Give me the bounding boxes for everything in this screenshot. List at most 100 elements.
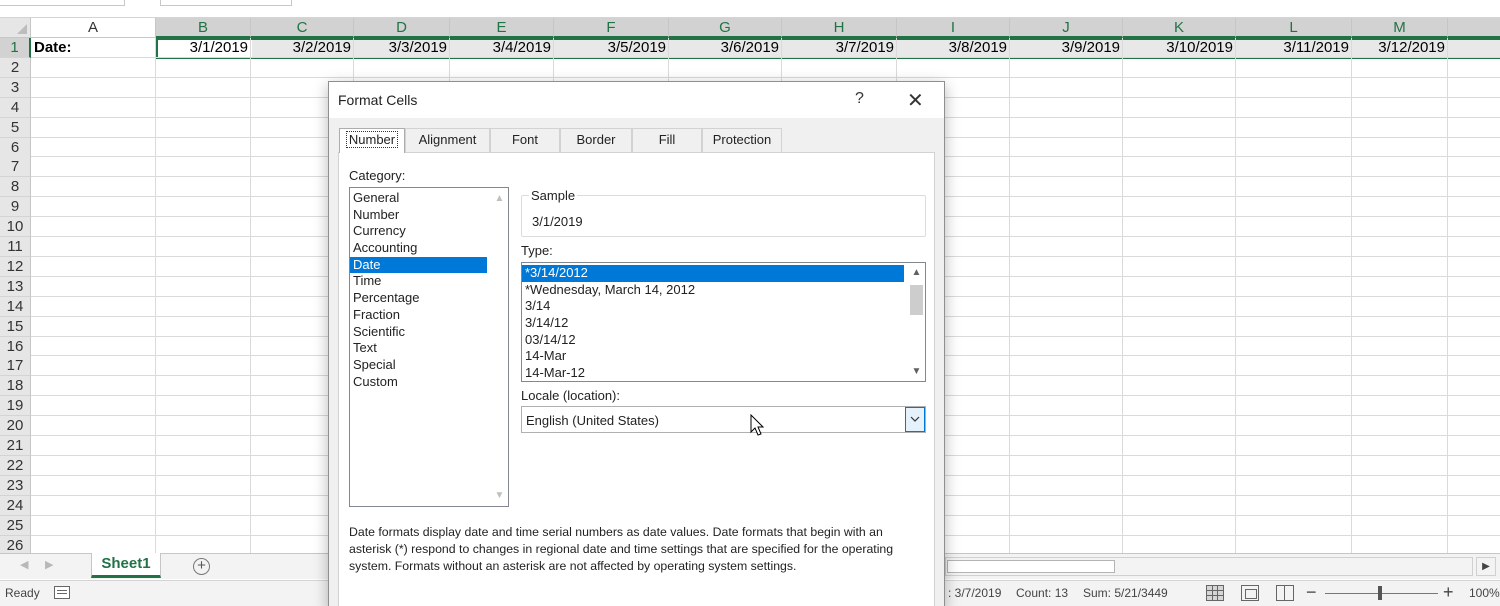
row-header-9[interactable]: 9 xyxy=(0,197,31,218)
row-header-18[interactable]: 18 xyxy=(0,376,31,397)
row-header-7[interactable]: 7 xyxy=(0,157,31,178)
row-header-10[interactable]: 10 xyxy=(0,217,31,238)
column-header-k[interactable]: K xyxy=(1123,18,1236,38)
zoom-out-icon[interactable]: − xyxy=(1306,582,1317,603)
row-header-23[interactable]: 23 xyxy=(0,475,31,496)
zoom-slider-thumb[interactable] xyxy=(1378,586,1382,600)
tab-nav-right-icon[interactable]: ▶ xyxy=(45,558,53,571)
category-item-number[interactable]: Number xyxy=(350,207,487,224)
row-header-20[interactable]: 20 xyxy=(0,416,31,437)
formula-input[interactable] xyxy=(160,0,292,6)
cell-j1[interactable]: 3/9/2019 xyxy=(1010,38,1123,58)
type-item[interactable]: 03/14/12 xyxy=(522,332,904,349)
row-header-22[interactable]: 22 xyxy=(0,455,31,476)
row-header-11[interactable]: 11 xyxy=(0,237,31,257)
dialog-title-bar[interactable]: Format Cells ? ✕ xyxy=(329,82,944,118)
row-header-19[interactable]: 19 xyxy=(0,396,31,417)
tab-alignment[interactable]: Alignment xyxy=(405,128,490,152)
category-item-accounting[interactable]: Accounting xyxy=(350,240,487,257)
scroll-up-icon[interactable]: ▲ xyxy=(491,190,508,207)
tab-border[interactable]: Border xyxy=(560,128,632,152)
cell-d1[interactable]: 3/3/2019 xyxy=(354,38,450,58)
column-header-i[interactable]: I xyxy=(897,18,1010,38)
column-header-l[interactable]: L xyxy=(1236,18,1352,38)
sheet-tab-sheet1[interactable]: Sheet1 xyxy=(91,553,161,578)
column-header-b[interactable]: B xyxy=(156,18,251,38)
category-item-custom[interactable]: Custom xyxy=(350,374,487,391)
zoom-in-icon[interactable]: + xyxy=(1443,582,1454,603)
cell-g1[interactable]: 3/6/2019 xyxy=(669,38,782,58)
column-header-partial[interactable] xyxy=(1448,18,1500,38)
scroll-up-icon[interactable]: ▲ xyxy=(908,264,925,281)
category-item-time[interactable]: Time xyxy=(350,273,487,290)
category-item-scientific[interactable]: Scientific xyxy=(350,324,487,341)
tab-protection[interactable]: Protection xyxy=(702,128,782,152)
locale-select[interactable]: English (United States) xyxy=(521,406,926,433)
row-header-15[interactable]: 15 xyxy=(0,316,31,337)
type-item[interactable]: 3/14 xyxy=(522,298,904,315)
close-icon[interactable]: ✕ xyxy=(907,88,924,113)
category-item-percentage[interactable]: Percentage xyxy=(350,290,487,307)
page-break-view-icon[interactable] xyxy=(1276,585,1294,601)
macro-recording-icon[interactable] xyxy=(54,586,70,599)
type-list[interactable]: *3/14/2012 *Wednesday, March 14, 2012 3/14… xyxy=(521,262,926,382)
cell-b1[interactable]: 3/1/2019 xyxy=(156,38,251,58)
name-box[interactable] xyxy=(0,0,125,6)
cell-e1[interactable]: 3/4/2019 xyxy=(450,38,554,58)
category-item-special[interactable]: Special xyxy=(350,357,487,374)
column-header-h[interactable]: H xyxy=(782,18,897,38)
category-item-date[interactable]: Date xyxy=(350,256,487,274)
row-header-21[interactable]: 21 xyxy=(0,436,31,456)
cell-k1[interactable]: 3/10/2019 xyxy=(1123,38,1236,58)
horizontal-scrollbar[interactable] xyxy=(945,557,1473,576)
row-header-14[interactable]: 14 xyxy=(0,296,31,317)
add-sheet-icon[interactable]: + xyxy=(193,558,210,575)
cell-f1[interactable]: 3/5/2019 xyxy=(554,38,669,58)
tab-fill[interactable]: Fill xyxy=(632,128,702,152)
tab-nav-left-icon[interactable]: ◀ xyxy=(20,558,28,571)
row-header-5[interactable]: 5 xyxy=(0,117,31,138)
row-header-12[interactable]: 12 xyxy=(0,256,31,277)
category-item-general[interactable]: General xyxy=(350,190,487,207)
cell-i1[interactable]: 3/8/2019 xyxy=(897,38,1010,58)
row-header-1[interactable]: 1 xyxy=(0,38,31,58)
scroll-right-icon[interactable]: ▶ xyxy=(1476,557,1496,576)
scroll-down-icon[interactable]: ▼ xyxy=(491,487,508,504)
question-mark-icon[interactable]: ? xyxy=(855,90,869,108)
row-header-13[interactable]: 13 xyxy=(0,276,31,297)
page-layout-view-icon[interactable] xyxy=(1241,585,1259,601)
row-header-16[interactable]: 16 xyxy=(0,336,31,357)
select-all-corner[interactable] xyxy=(0,18,31,38)
column-header-m[interactable]: M xyxy=(1352,18,1448,38)
type-item[interactable]: 14-Mar xyxy=(522,348,904,365)
cell-m1[interactable]: 3/12/2019 xyxy=(1352,38,1448,58)
column-header-g[interactable]: G xyxy=(669,18,782,38)
column-header-c[interactable]: C xyxy=(251,18,354,38)
scroll-down-icon[interactable]: ▼ xyxy=(908,363,925,380)
chevron-down-icon[interactable] xyxy=(905,407,925,432)
normal-view-icon[interactable] xyxy=(1206,585,1224,601)
column-header-a[interactable]: A xyxy=(31,18,156,38)
tab-font[interactable]: Font xyxy=(490,128,560,152)
cell-c1[interactable]: 3/2/2019 xyxy=(251,38,354,58)
row-header-4[interactable]: 4 xyxy=(0,97,31,118)
cell-l1[interactable]: 3/11/2019 xyxy=(1236,38,1352,58)
row-header-25[interactable]: 25 xyxy=(0,515,31,536)
category-list[interactable]: General Number Currency Accounting Date Time P… xyxy=(349,187,509,507)
type-list-scroll-thumb[interactable] xyxy=(910,285,923,315)
cell-a1[interactable]: Date: xyxy=(31,38,156,58)
row-header-6[interactable]: 6 xyxy=(0,137,31,158)
row-header-17[interactable]: 17 xyxy=(0,356,31,377)
row-header-2[interactable]: 2 xyxy=(0,57,31,78)
horizontal-scroll-thumb[interactable] xyxy=(947,560,1115,573)
type-item[interactable]: 14-Mar-12 xyxy=(522,365,904,381)
category-item-currency[interactable]: Currency xyxy=(350,223,487,240)
category-list-scrollbar[interactable]: ▲ ▼ xyxy=(491,188,508,506)
column-header-j[interactable]: J xyxy=(1010,18,1123,38)
column-header-f[interactable]: F xyxy=(554,18,669,38)
type-item[interactable]: *3/14/2012 xyxy=(522,265,904,282)
column-header-d[interactable]: D xyxy=(354,18,450,38)
column-header-e[interactable]: E xyxy=(450,18,554,38)
row-header-24[interactable]: 24 xyxy=(0,495,31,516)
row-header-8[interactable]: 8 xyxy=(0,177,31,198)
